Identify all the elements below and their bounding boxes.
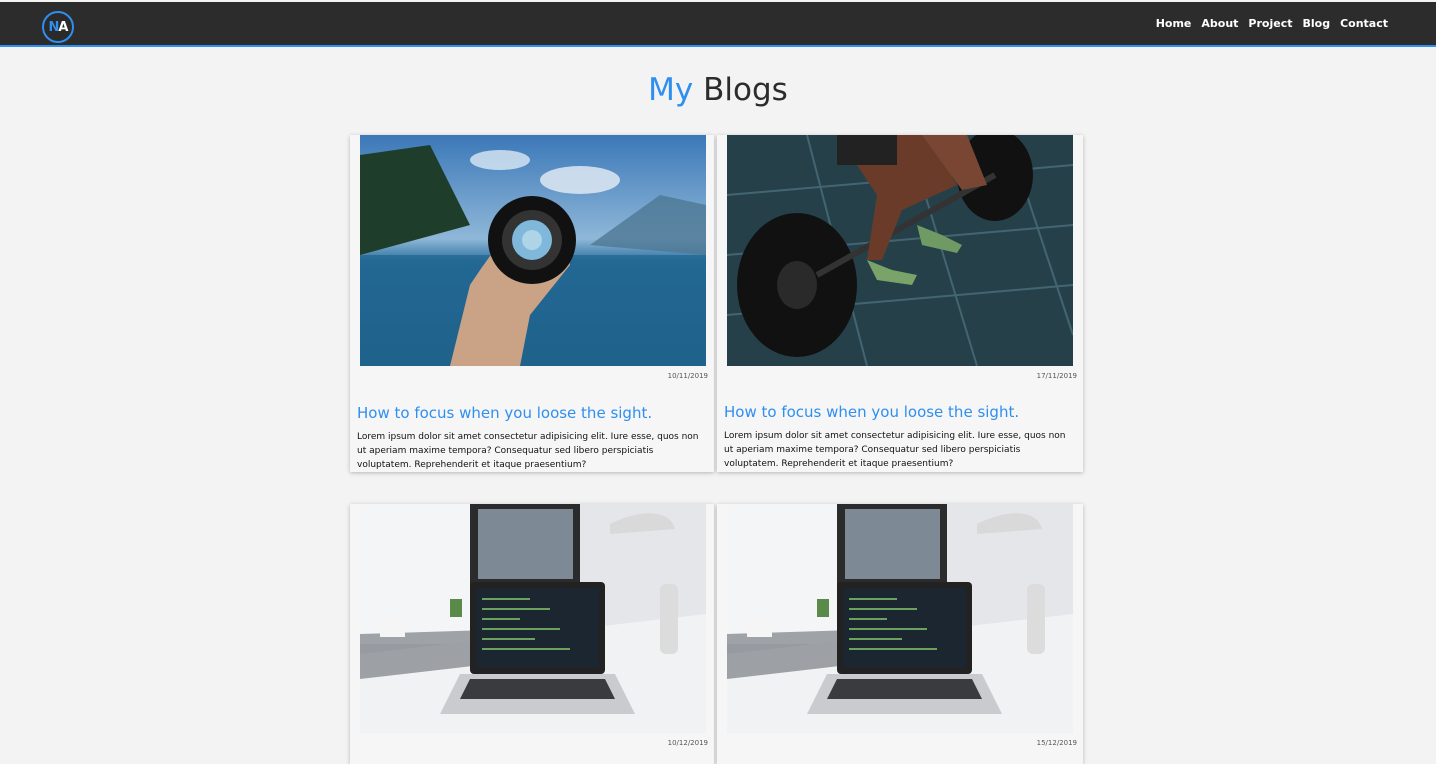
- navbar: NA Home About Project Blog Contact: [0, 2, 1436, 47]
- blog-card-date: 15/12/2019: [1036, 739, 1077, 747]
- page-title: My Blogs: [0, 72, 1436, 108]
- logo-letter-a: A: [58, 19, 68, 35]
- blog-card-title[interactable]: How to focus when you loose the sight.: [724, 403, 1019, 421]
- page-title-accent: My: [648, 72, 694, 108]
- blog-card[interactable]: 10/11/2019 How to focus when you loose t…: [350, 135, 714, 472]
- blog-card-date: 10/11/2019: [667, 372, 708, 380]
- laptop-desk-photo: [727, 504, 1073, 733]
- logo[interactable]: NA: [42, 11, 74, 43]
- blog-card-image[interactable]: [360, 135, 706, 366]
- blog-card-date: 17/11/2019: [1036, 372, 1077, 380]
- blog-card-date: 10/12/2019: [667, 739, 708, 747]
- nav-link-home[interactable]: Home: [1156, 17, 1192, 30]
- nav-link-contact[interactable]: Contact: [1340, 17, 1388, 30]
- blog-card-image[interactable]: [727, 504, 1073, 733]
- nav-link-blog[interactable]: Blog: [1302, 17, 1330, 30]
- blog-card[interactable]: 10/12/2019: [350, 504, 714, 764]
- barbell-photo: [727, 135, 1073, 366]
- blog-card-text: Lorem ipsum dolor sit amet consectetur a…: [724, 431, 1066, 469]
- blog-card-title[interactable]: How to focus when you loose the sight.: [357, 404, 652, 422]
- page-title-rest: Blogs: [703, 72, 788, 108]
- nav-link-about[interactable]: About: [1201, 17, 1238, 30]
- blog-card[interactable]: 17/11/2019 How to focus when you loose t…: [717, 135, 1083, 472]
- nav-link-project[interactable]: Project: [1248, 17, 1292, 30]
- logo-letter-n: N: [48, 19, 60, 35]
- laptop-desk-photo: [360, 504, 706, 733]
- nav-links: Home About Project Blog Contact: [1156, 2, 1388, 45]
- blog-card-image[interactable]: [360, 504, 706, 733]
- blog-card-text: Lorem ipsum dolor sit amet consectetur a…: [357, 432, 699, 470]
- blog-card-image[interactable]: [727, 135, 1073, 366]
- lens-lake-photo: [360, 135, 706, 366]
- blog-card[interactable]: 15/12/2019: [717, 504, 1083, 764]
